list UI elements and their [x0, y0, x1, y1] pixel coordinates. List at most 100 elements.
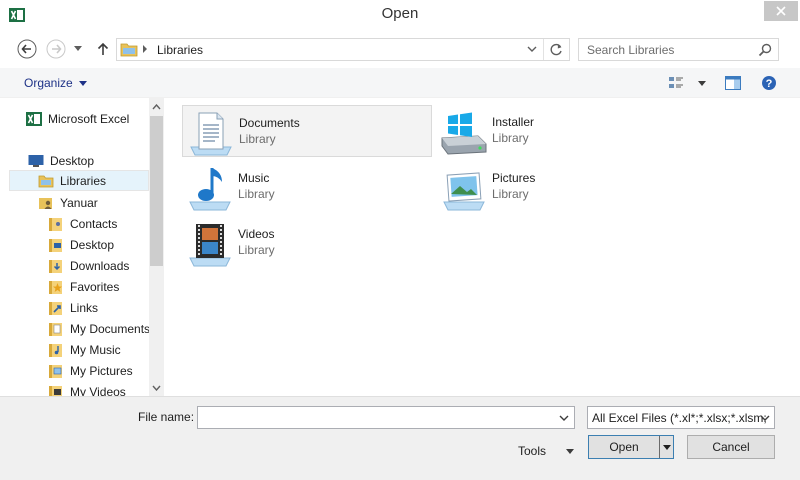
- chevron-down-icon: [698, 80, 706, 86]
- nav-item-contacts[interactable]: Contacts: [48, 213, 117, 234]
- back-button[interactable]: [17, 39, 37, 59]
- chevron-down-icon: [74, 46, 82, 51]
- nav-item-user-folder[interactable]: Yanuar: [38, 192, 98, 213]
- forward-button[interactable]: [46, 39, 66, 59]
- desktop-icon: [28, 154, 44, 167]
- library-name: Music: [238, 171, 270, 185]
- dialog-footer: File name: All Excel Files (*.xl*;*.xlsx…: [0, 396, 800, 480]
- library-name: Videos: [238, 227, 275, 241]
- nav-item-label: Downloads: [70, 258, 130, 273]
- nav-item-label: My Music: [70, 342, 121, 357]
- title-bar: Open: [0, 0, 800, 30]
- chevron-down-icon: [78, 80, 87, 86]
- file-type-select[interactable]: All Excel Files (*.xl*;*.xlsx;*.xlsm;: [587, 406, 775, 429]
- command-bar: Organize ?: [0, 68, 800, 98]
- nav-item-downloads[interactable]: Downloads: [48, 255, 129, 276]
- installer-library-icon: [441, 112, 487, 155]
- nav-item-desktop-folder[interactable]: Desktop: [48, 234, 114, 255]
- nav-item-label: Contacts: [70, 216, 118, 231]
- file-type-value: All Excel Files (*.xl*;*.xlsx;*.xlsm;: [592, 411, 767, 425]
- nav-item-label: Desktop: [70, 237, 115, 252]
- navigation-pane: Microsoft Excel Desktop Libraries Yanuar…: [0, 98, 164, 396]
- nav-item-label: Links: [70, 300, 99, 315]
- nav-item-label: Favorites: [70, 279, 120, 294]
- tools-button[interactable]: Tools: [510, 441, 575, 461]
- svg-text:?: ?: [766, 78, 773, 90]
- chevron-down-icon: [760, 415, 770, 421]
- file-name-label: File name:: [138, 410, 194, 424]
- library-installer[interactable]: Installer Library: [436, 105, 686, 157]
- chevron-down-icon[interactable]: [559, 413, 569, 423]
- library-kind: Library: [238, 243, 275, 257]
- breadcrumb-separator-icon: [143, 45, 147, 53]
- library-kind: Library: [238, 187, 275, 201]
- close-button[interactable]: [764, 1, 798, 21]
- nav-item-my-documents[interactable]: My Documents: [48, 318, 150, 339]
- nav-item-label: Yanuar: [60, 195, 98, 210]
- preview-pane-button[interactable]: [725, 74, 741, 92]
- music-library-icon: [189, 168, 231, 211]
- search-input[interactable]: [579, 39, 754, 60]
- library-pictures[interactable]: Pictures Library: [436, 161, 686, 213]
- scrollbar-thumb[interactable]: [150, 116, 163, 266]
- library-music[interactable]: Music Library: [182, 161, 432, 213]
- contacts-folder-icon: [49, 217, 62, 231]
- breadcrumb-libraries[interactable]: Libraries: [157, 43, 203, 57]
- organize-label: Organize: [24, 76, 73, 90]
- nav-item-label: Desktop: [50, 153, 95, 168]
- nav-item-label: My Videos: [70, 384, 126, 397]
- nav-item-label: Libraries: [60, 173, 107, 188]
- view-options-icon: [669, 77, 683, 88]
- documents-folder-icon: [49, 322, 62, 336]
- nav-item-desktop[interactable]: Desktop: [28, 150, 94, 171]
- cancel-button[interactable]: Cancel: [687, 435, 775, 459]
- recent-locations-button[interactable]: [71, 39, 85, 59]
- file-name-input[interactable]: [198, 407, 548, 428]
- nav-item-links[interactable]: Links: [48, 297, 98, 318]
- preview-pane-icon: [725, 76, 741, 90]
- window-title: Open: [381, 5, 419, 22]
- back-arrow-icon: [17, 39, 37, 59]
- navigation-bar: Libraries: [0, 30, 800, 68]
- open-label: Open: [609, 440, 639, 454]
- refresh-icon: [550, 43, 562, 56]
- chevron-down-icon[interactable]: [527, 44, 537, 54]
- scroll-up-button[interactable]: [152, 102, 161, 111]
- nav-item-my-pictures[interactable]: My Pictures: [48, 360, 133, 381]
- open-button[interactable]: Open: [588, 435, 674, 459]
- refresh-button[interactable]: [543, 39, 569, 60]
- chevron-up-icon: [152, 103, 161, 109]
- pictures-folder-icon: [49, 364, 62, 378]
- nav-item-my-videos[interactable]: My Videos: [48, 381, 126, 396]
- nav-item-libraries[interactable]: Libraries: [9, 170, 149, 191]
- library-kind: Library: [239, 132, 276, 146]
- library-videos[interactable]: Videos Library: [182, 217, 432, 269]
- up-button[interactable]: [93, 39, 113, 59]
- chevron-down-icon: [152, 385, 161, 391]
- library-kind: Library: [492, 131, 529, 145]
- file-name-combobox[interactable]: [197, 406, 575, 429]
- music-folder-icon: [49, 343, 62, 357]
- links-folder-icon: [49, 301, 62, 315]
- nav-item-microsoft-excel[interactable]: Microsoft Excel: [26, 108, 129, 129]
- search-box[interactable]: [578, 38, 779, 61]
- user-folder-icon: [39, 197, 52, 209]
- library-name: Documents: [239, 116, 300, 130]
- help-button[interactable]: ?: [761, 74, 777, 92]
- change-view-button[interactable]: [668, 74, 706, 92]
- nav-pane-scrollbar[interactable]: [149, 98, 164, 396]
- address-bar[interactable]: Libraries: [116, 38, 570, 61]
- organize-button[interactable]: Organize: [18, 74, 93, 92]
- library-documents[interactable]: Documents Library: [182, 105, 432, 157]
- nav-item-favorites[interactable]: Favorites: [48, 276, 119, 297]
- open-options-button[interactable]: [659, 436, 673, 458]
- scroll-down-button[interactable]: [152, 383, 161, 392]
- pictures-library-icon: [443, 172, 485, 211]
- forward-arrow-icon: [46, 39, 66, 59]
- library-kind: Library: [492, 187, 529, 201]
- library-name: Pictures: [492, 171, 536, 185]
- nav-item-my-music[interactable]: My Music: [48, 339, 121, 360]
- favorites-folder-icon: [49, 280, 62, 294]
- cancel-label: Cancel: [712, 440, 750, 454]
- up-arrow-icon: [97, 42, 109, 55]
